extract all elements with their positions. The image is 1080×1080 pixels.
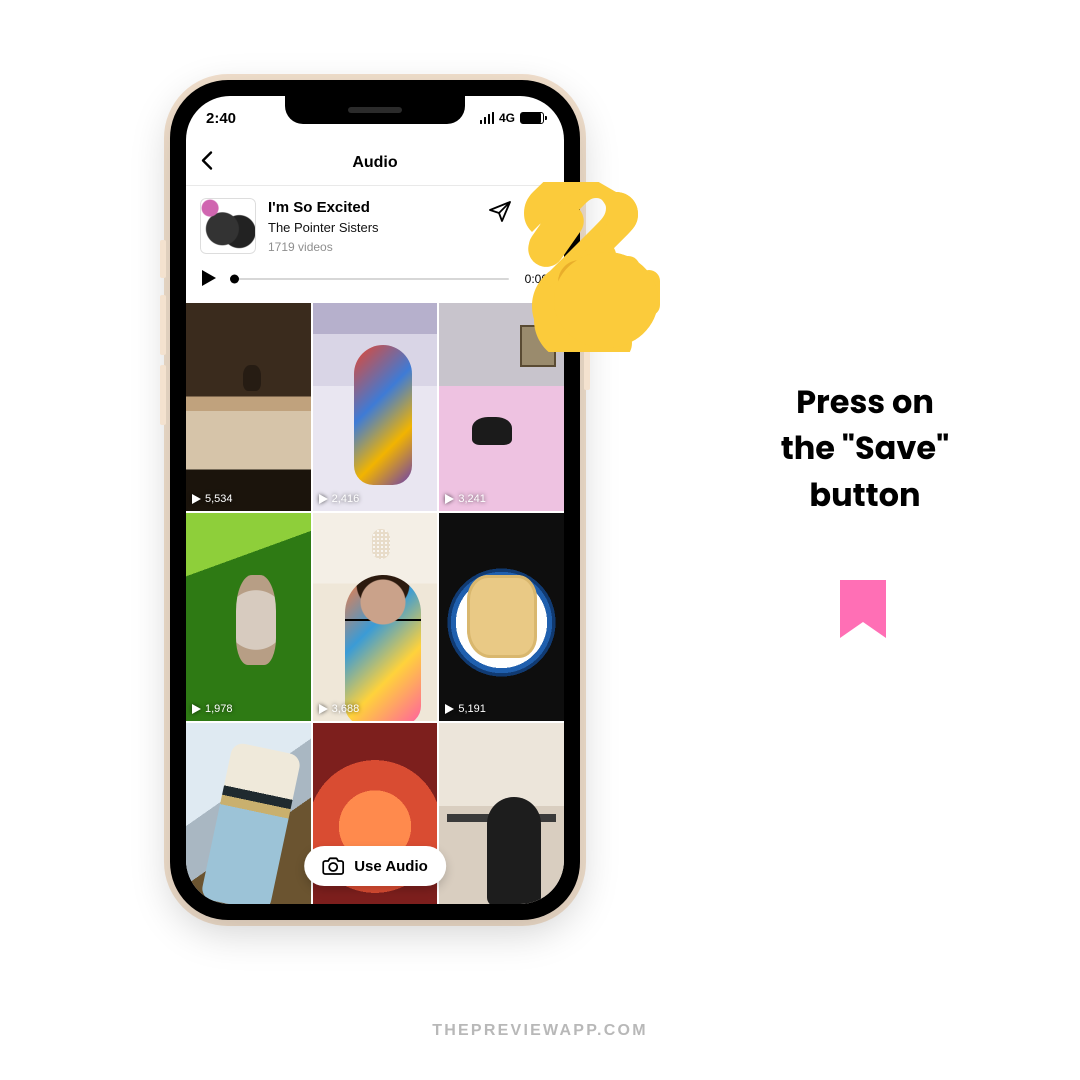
video-tile[interactable] [439,723,564,904]
network-label: 4G [499,111,515,125]
video-tile[interactable]: 2,416 [313,303,438,511]
status-time: 2:40 [206,110,236,127]
video-tile[interactable]: 5,534 [186,303,311,511]
play-icon [319,704,328,714]
play-icon [202,270,216,286]
audio-cover[interactable] [200,198,256,254]
play-icon [445,704,454,714]
player-time: 0:00 [525,272,548,286]
share-icon [488,200,512,222]
side-button [160,365,166,425]
page-title: Audio [352,154,397,172]
status-right: 4G [480,111,544,125]
instruction-line: Press on [720,380,1010,426]
audio-meta: I'm So Excited The Pointer Sisters 1719 … [268,198,476,256]
use-audio-label: Use Audio [354,858,428,875]
side-button [584,300,590,390]
bookmark-icon [530,200,550,224]
audio-info: I'm So Excited The Pointer Sisters 1719 … [186,186,564,260]
camera-icon [322,856,344,876]
audio-video-count: 1719 videos [268,240,476,256]
video-tile[interactable] [186,723,311,904]
view-count-label: 5,534 [205,493,233,505]
play-icon [192,704,201,714]
view-count-label: 3,688 [332,703,360,715]
video-tile[interactable]: 1,978 [186,513,311,721]
side-button [160,240,166,278]
use-audio-button[interactable]: Use Audio [304,846,446,886]
battery-icon [520,112,544,124]
view-count: 1,978 [192,703,233,715]
audio-actions [488,198,550,229]
save-button[interactable] [530,200,550,229]
video-tile[interactable]: 3,688 [313,513,438,721]
audio-title: I'm So Excited [268,198,476,218]
view-count-label: 3,241 [458,493,486,505]
instruction-text: Press on the "Save" button [720,380,1010,519]
screen: 2:40 4G Audio I'm So Excited The Pointer… [186,96,564,904]
phone-mockup: 2:40 4G Audio I'm So Excited The Pointer… [170,80,580,920]
notch [285,96,465,124]
watermark: THEPREVIEWAPP.COM [0,1022,1080,1040]
video-grid: 5,534 2,416 3,241 1,978 [186,303,564,904]
play-icon [192,494,201,504]
view-count-label: 5,191 [458,703,486,715]
signal-icon [480,112,494,124]
video-tile[interactable]: 3,241 [439,303,564,511]
view-count: 3,241 [445,493,486,505]
share-button[interactable] [488,200,512,227]
view-count-label: 2,416 [332,493,360,505]
audio-artist[interactable]: The Pointer Sisters [268,220,476,237]
view-count: 3,688 [319,703,360,715]
view-count: 5,534 [192,493,233,505]
audio-player: 0:00 [186,260,564,303]
view-count: 2,416 [319,493,360,505]
view-count: 5,191 [445,703,486,715]
view-count-label: 1,978 [205,703,233,715]
play-icon [445,494,454,504]
chevron-left-icon [200,150,214,170]
side-button [160,295,166,355]
play-button[interactable] [202,270,216,289]
instruction-line: button [720,473,1010,519]
bookmark-icon [840,580,886,643]
play-icon [319,494,328,504]
back-button[interactable] [200,150,214,175]
seek-slider[interactable] [232,278,509,280]
instruction-line: the "Save" [720,426,1010,472]
app-header: Audio [186,140,564,186]
video-tile[interactable]: Philly Cheesesteak 🥩 5,191 [439,513,564,721]
